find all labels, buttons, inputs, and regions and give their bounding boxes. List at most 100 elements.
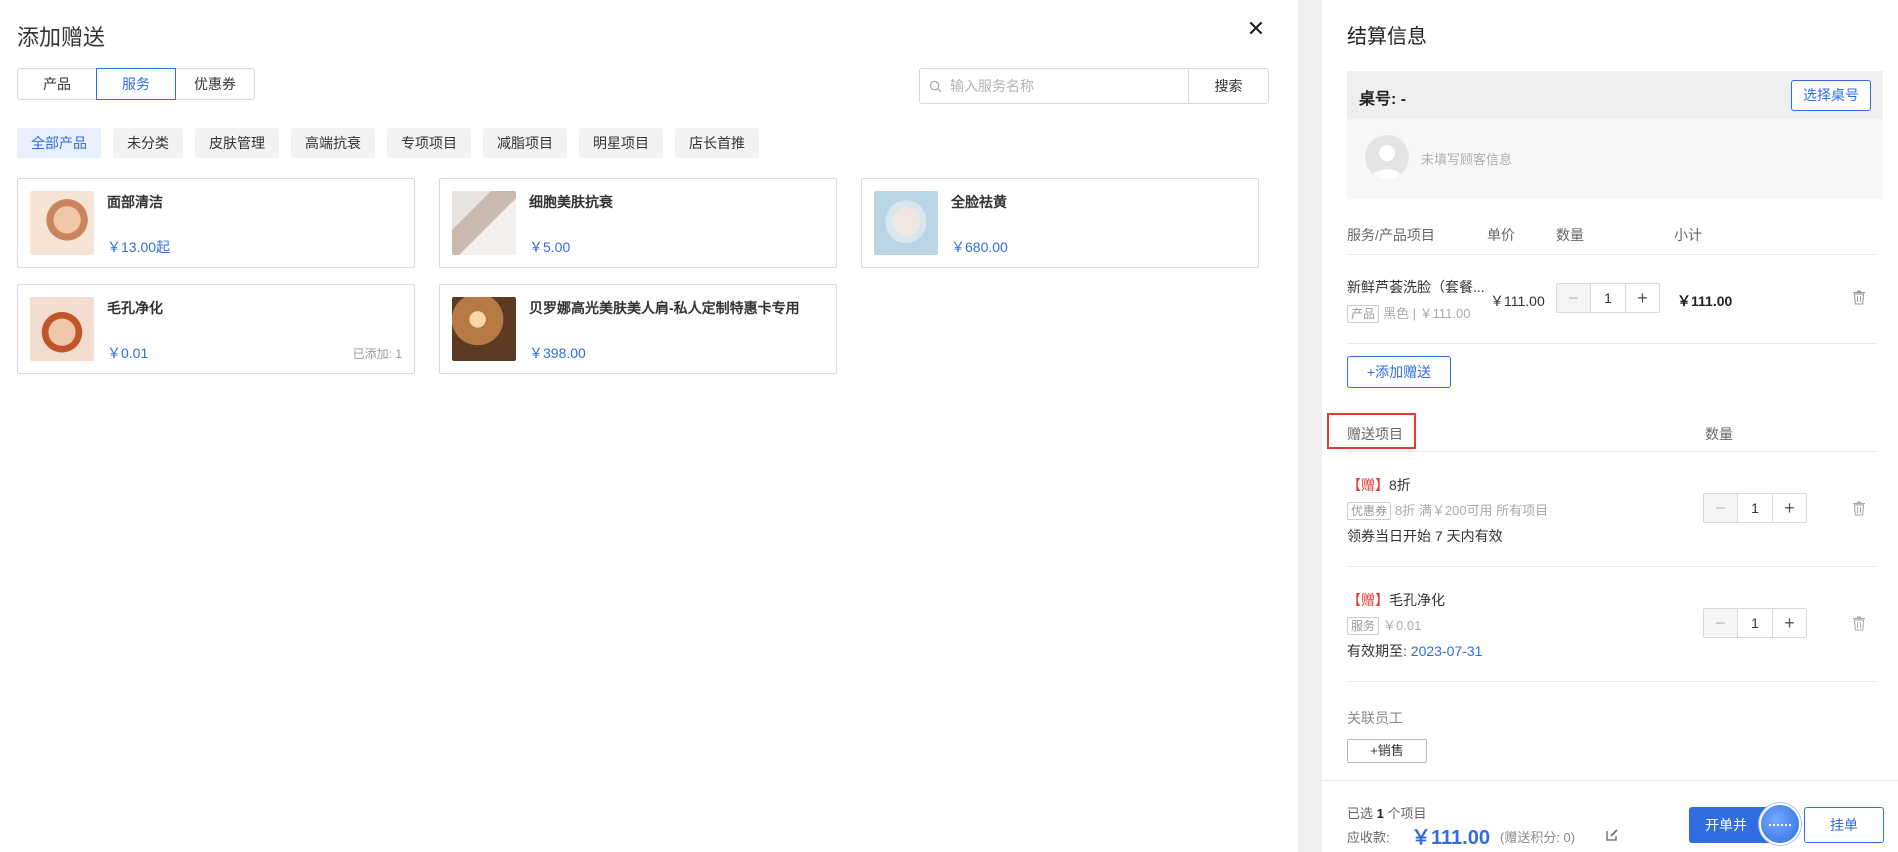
service-card[interactable]: 毛孔净化 ￥0.01 已添加: 1 [17,284,415,374]
divider [1347,343,1877,344]
selected-suffix: 个项目 [1383,806,1427,821]
divider [1347,451,1877,452]
customer-empty-text[interactable]: 未填写顾客信息 [1421,149,1512,168]
service-thumbnail [30,297,94,361]
search-button[interactable]: 搜索 [1188,69,1268,103]
order-item-name: 新鲜芦荟洗脸（套餐... [1347,279,1485,295]
service-thumbnail [874,191,938,255]
staff-label: 关联员工 [1347,710,1403,726]
settlement-panel: 结算信息 桌号: - 选择桌号 未填写顾客信息 服务/产品项目 单价 数量 小计… [1322,0,1898,852]
service-price: ￥398.00 [529,345,586,361]
selected-prefix: 已选 [1347,806,1377,821]
service-name: 全脸祛黄 [951,194,1007,210]
order-item-meta: 产品 黑色 | ￥111.00 [1347,303,1470,323]
table-bar: 桌号: - 选择桌号 [1347,71,1883,119]
tab-product[interactable]: 产品 [17,68,97,100]
gift-item-name: 【赠】8折 [1347,475,1411,495]
service-card[interactable]: 全脸祛黄 ￥680.00 [861,178,1259,268]
trash-icon[interactable] [1852,501,1868,517]
add-gift-modal: 添加赠送 ✕ 产品 服务 优惠券 搜索 全部产品 未分类 皮肤管理 高端抗衰 专… [0,0,1298,852]
type-tabs: 产品 服务 优惠券 [17,68,255,100]
category-star[interactable]: 明星项目 [579,128,663,158]
gift-name-text: 8折 [1389,477,1411,493]
service-card[interactable]: 细胞美肤抗衰 ￥5.00 [439,178,837,268]
quantity-stepper: − 1 + [1556,283,1660,313]
trash-icon[interactable] [1852,290,1868,306]
search-icon [920,69,950,103]
increase-button[interactable]: + [1772,609,1806,637]
gift-item-meta: 优惠券 8折 满￥200可用 所有项目 [1347,500,1548,520]
select-table-button[interactable]: 选择桌号 [1791,80,1871,111]
category-fat-reduction[interactable]: 减脂项目 [483,128,567,158]
customer-box: 桌号: - 选择桌号 未填写顾客信息 [1347,71,1883,199]
edit-icon[interactable] [1605,828,1619,842]
item-spec: 黑色 | ￥111.00 [1383,306,1471,321]
category-anti-aging[interactable]: 高端抗衰 [291,128,375,158]
decrease-button[interactable]: − [1704,609,1738,637]
panel-divider [1298,0,1322,852]
quantity-stepper: − 1 + [1703,493,1807,523]
order-item-subtotal: ￥111.00 [1677,293,1733,309]
gift-name-text: 毛孔净化 [1389,592,1445,608]
quantity-value[interactable]: 1 [1738,609,1772,637]
category-special[interactable]: 专项项目 [387,128,471,158]
service-thumbnail [30,191,94,255]
increase-button[interactable]: + [1625,284,1659,312]
add-gift-button[interactable]: +添加赠送 [1347,356,1451,388]
category-manager-pick[interactable]: 店长首推 [675,128,759,158]
column-subtotal: 小计 [1674,227,1702,243]
tab-service[interactable]: 服务 [96,68,176,100]
service-name: 毛孔净化 [107,300,163,316]
floating-assistant-icon[interactable] [1759,803,1801,845]
increase-button[interactable]: + [1772,494,1806,522]
gift-prefix: 【赠】 [1347,477,1389,493]
service-card[interactable]: 贝罗娜高光美肤美人肩-私人定制特惠卡专用 ￥398.00 [439,284,837,374]
service-thumbnail [452,297,516,361]
service-price: ￥5.00 [529,239,571,255]
category-uncategorized[interactable]: 未分类 [113,128,183,158]
gift-validity: 有效期至: 2023-07-31 [1347,641,1482,661]
service-price: ￥0.01 [107,345,149,361]
service-card[interactable]: 面部清洁 ￥13.00起 [17,178,415,268]
decrease-button[interactable]: − [1704,494,1738,522]
order-item-price: ￥111.00 [1490,293,1545,309]
gift-validity: 领券当日开始 7 天内有效 [1347,526,1503,546]
quantity-value[interactable]: 1 [1738,494,1772,522]
gift-items-header: 赠送项目 [1347,426,1403,442]
service-price: ￥680.00 [951,239,1008,255]
quantity-value[interactable]: 1 [1591,284,1625,312]
column-price: 单价 [1487,227,1515,243]
settlement-footer: 已选 1 个项目 应收款: ￥111.00 (赠送积分: 0) 开单并 挂单 [1322,780,1898,852]
service-name: 面部清洁 [107,194,163,210]
gift-type-tag: 优惠券 [1347,502,1392,520]
service-thumbnail [452,191,516,255]
gift-item-meta: 服务 ￥0.01 [1347,615,1421,635]
tab-coupon[interactable]: 优惠券 [175,68,255,100]
gift-desc: ￥0.01 [1383,618,1422,633]
gift-desc: 8折 满￥200可用 所有项目 [1395,503,1549,518]
settlement-title: 结算信息 [1347,26,1427,48]
close-icon[interactable]: ✕ [1245,18,1267,40]
avatar[interactable] [1365,135,1409,179]
table-number: 桌号: - [1359,91,1407,108]
add-sales-button[interactable]: +销售 [1347,739,1427,763]
amount-due-label: 应收款: [1347,830,1390,845]
search-input[interactable] [950,69,1188,103]
search-box: 搜索 [919,68,1269,104]
service-card-grid: 面部清洁 ￥13.00起 细胞美肤抗衰 ￥5.00 全脸祛黄 ￥680.00 毛… [17,178,1277,374]
decrease-button[interactable]: − [1557,284,1591,312]
item-type-tag: 产品 [1347,305,1380,323]
gift-validity-text: 领券当日开始 7 天内有效 [1347,528,1503,544]
amount-due: ￥111.00 [1411,827,1490,849]
category-all[interactable]: 全部产品 [17,128,101,158]
divider [1347,254,1877,255]
gift-prefix: 【赠】 [1347,592,1389,608]
trash-icon[interactable] [1852,616,1868,632]
category-skin[interactable]: 皮肤管理 [195,128,279,158]
gift-qty-header: 数量 [1705,426,1733,442]
service-name: 细胞美肤抗衰 [529,194,613,210]
gift-validity-text: 有效期至: [1347,643,1411,659]
modal-title: 添加赠送 [17,25,106,50]
hold-order-button[interactable]: 挂单 [1804,807,1884,843]
selected-number: 1 [1376,806,1384,821]
